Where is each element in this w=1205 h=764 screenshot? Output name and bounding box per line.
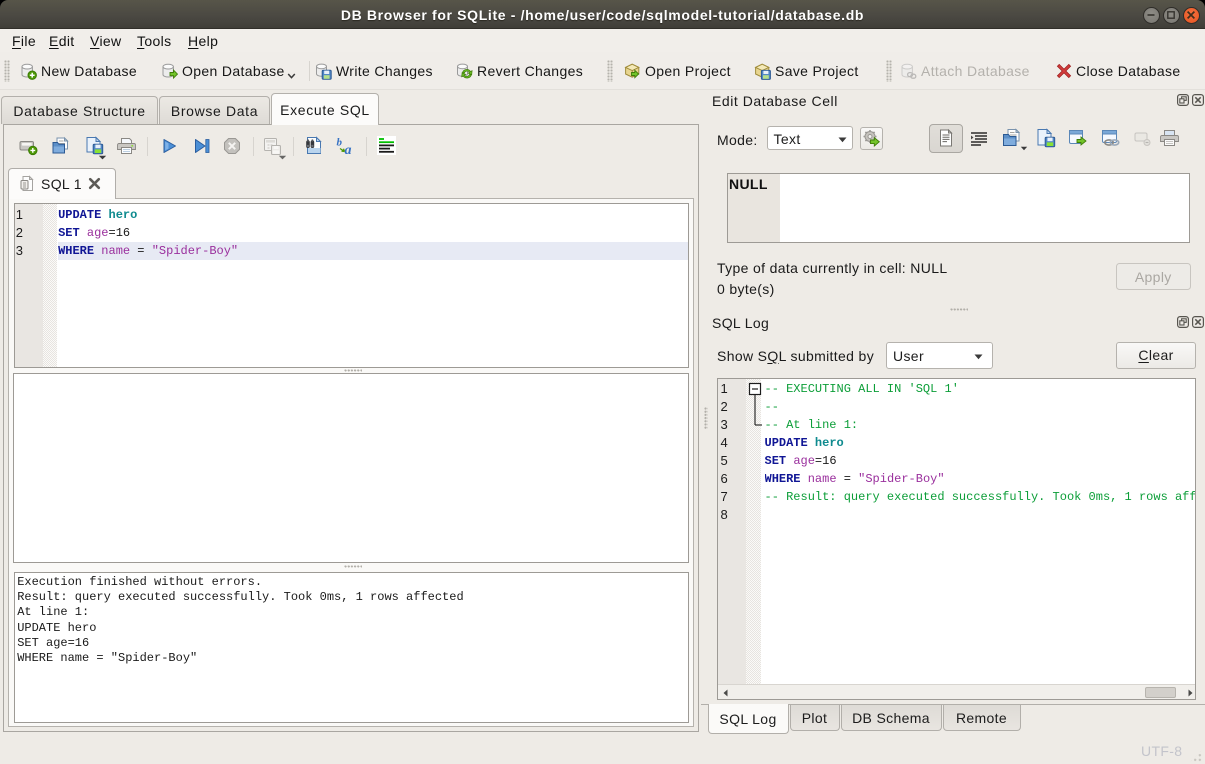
- svg-text:a: a: [345, 143, 352, 156]
- svg-text:b: b: [337, 137, 343, 149]
